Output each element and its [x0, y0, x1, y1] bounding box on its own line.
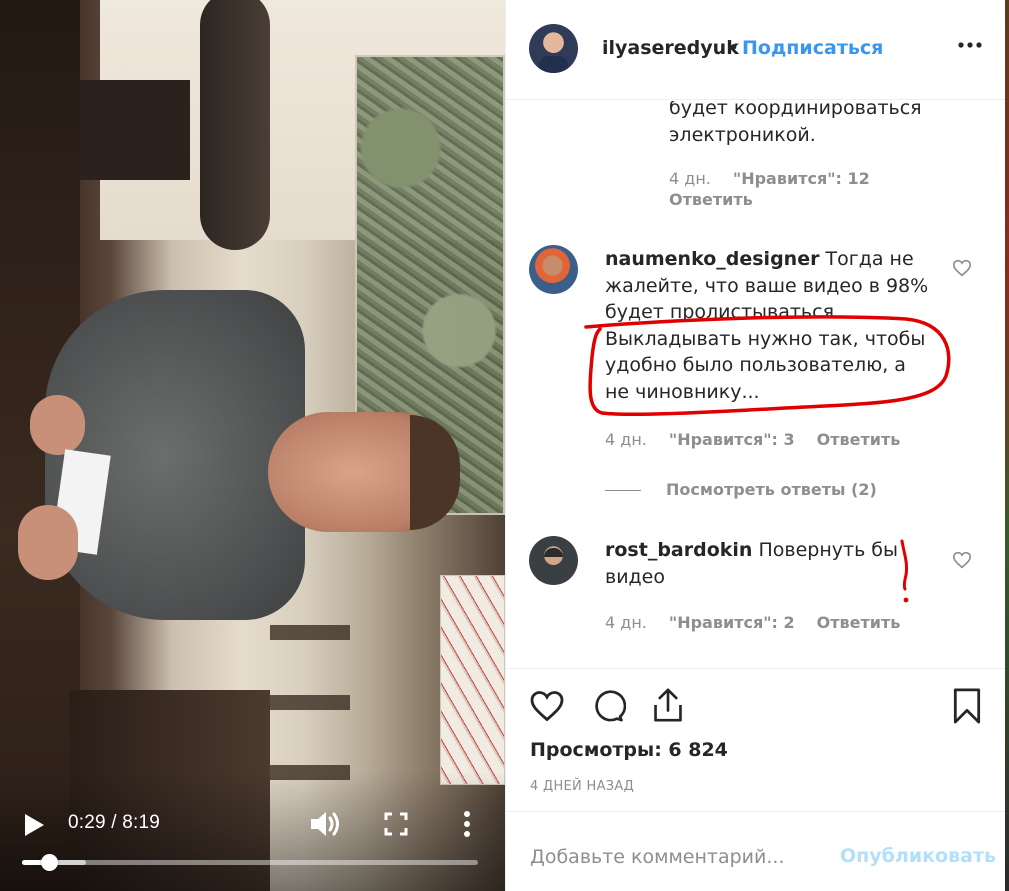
video-progress-bar[interactable] — [22, 854, 478, 871]
video-player[interactable]: 0:29 / 8:19 — [0, 0, 505, 891]
comment-icon[interactable] — [590, 689, 626, 723]
comment-like-heart-icon[interactable] — [952, 551, 972, 569]
header-dot-separator: • — [728, 37, 740, 59]
comment-time: 4 дн. — [669, 169, 711, 188]
follow-button[interactable]: Подписаться — [742, 37, 883, 59]
add-comment-input[interactable] — [530, 842, 830, 872]
comment-partial-reply-row: Ответить — [669, 190, 753, 209]
video-scrubber-handle[interactable] — [40, 854, 58, 871]
video-time: 0:29 / 8:19 — [68, 812, 160, 834]
avatar[interactable] — [529, 24, 578, 73]
annotation-exclamation-dot — [903, 597, 909, 603]
video-frame-small-map — [440, 575, 505, 785]
comment-likes-link[interactable]: "Нравится": 3 — [669, 430, 795, 449]
video-frame-cabinet — [70, 80, 190, 180]
post-date: 4 ДНЕЙ НАЗАД — [530, 779, 635, 794]
play-icon[interactable] — [22, 812, 46, 838]
publish-button[interactable]: Опубликовать — [840, 845, 996, 867]
comment-username[interactable]: rost_bardokin — [605, 539, 752, 561]
more-vertical-icon[interactable] — [462, 810, 472, 838]
time-separator: / — [105, 812, 123, 833]
post-actions: Просмотры: 6 824 4 ДНЕЙ НАЗАД — [506, 668, 1006, 811]
video-frame-hand — [18, 505, 78, 580]
view-count: Просмотры: 6 824 — [530, 739, 728, 761]
background-edge — [1005, 0, 1009, 891]
comment-meta: 4 дн. "Нравится": 2 Ответить — [605, 613, 900, 632]
post-author-username[interactable]: ilyaseredyuk — [602, 37, 739, 59]
add-comment-bar: Опубликовать — [506, 811, 1006, 891]
duration: 8:19 — [122, 812, 160, 833]
current-time: 0:29 — [68, 812, 106, 833]
video-frame-desk — [200, 0, 270, 250]
heart-icon[interactable] — [529, 689, 565, 723]
comment-body: naumenko_designer Тогда не жалейте, что … — [605, 246, 935, 405]
view-replies-button[interactable]: Посмотреть ответы (2) — [666, 480, 877, 499]
post-side-panel: ilyaseredyuk • Подписаться будет координ… — [505, 0, 1006, 891]
comment-partial-meta: 4 дн. "Нравится": 12 — [669, 169, 870, 188]
comment-reply-button[interactable]: Ответить — [817, 430, 901, 449]
comment-likes-link[interactable]: "Нравится": 2 — [669, 613, 795, 632]
avatar[interactable] — [529, 245, 578, 294]
comment-reply-button[interactable]: Ответить — [817, 613, 901, 632]
comment-partial-text: будет координироваться электроникой. — [669, 101, 922, 146]
share-icon[interactable] — [651, 687, 685, 723]
comments-list[interactable]: будет координироваться электроникой. 4 д… — [506, 101, 1006, 668]
post-header: ilyaseredyuk • Подписаться — [506, 0, 1006, 100]
comment-username[interactable]: naumenko_designer — [605, 248, 819, 270]
replies-divider — [605, 490, 641, 491]
fullscreen-icon[interactable] — [384, 812, 408, 836]
comment-body: rost_bardokin Повернуть бы видео — [605, 537, 905, 590]
comment-meta: 4 дн. "Нравится": 3 Ответить — [605, 430, 900, 449]
comment-like-heart-icon[interactable] — [952, 259, 972, 277]
comment-reply-button[interactable]: Ответить — [669, 190, 753, 209]
video-frame-hand — [30, 395, 85, 455]
comment-likes-link[interactable]: "Нравится": 12 — [733, 169, 870, 188]
comment-time: 4 дн. — [605, 613, 647, 632]
avatar[interactable] — [529, 536, 578, 585]
comment-text: Тогда не жалейте, что ваше видео в 98% б… — [605, 248, 929, 403]
bookmark-icon[interactable] — [950, 687, 984, 725]
comment-time: 4 дн. — [605, 430, 647, 449]
more-horizontal-icon[interactable] — [957, 33, 983, 57]
volume-icon[interactable] — [308, 808, 342, 840]
